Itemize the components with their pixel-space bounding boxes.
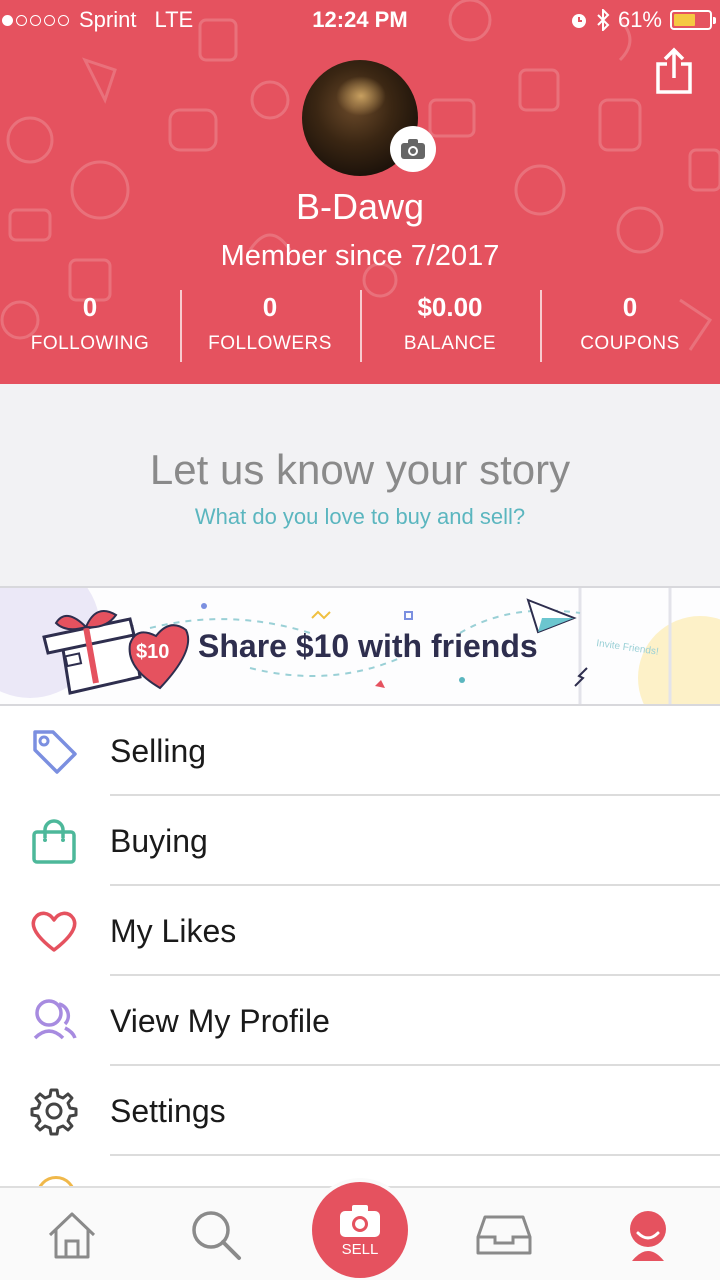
menu-label: My Likes [110,912,237,949]
sell-button[interactable]: SELL [312,1182,408,1278]
share-button[interactable] [654,46,694,96]
camera-icon [340,1204,380,1237]
status-bar: Sprint LTE 12:24 PM 61% [0,0,720,40]
menu-item-selling[interactable]: Selling [0,706,720,796]
alarm-icon [571,14,586,28]
profile-header: Sprint LTE 12:24 PM 61% B-Dawg Member si… [0,0,720,384]
stat-coupons[interactable]: 0 COUPONS [540,290,720,364]
camera-icon [401,139,425,159]
banner-phone-text: Invite Friends! [596,638,660,658]
gear-icon [0,1066,110,1156]
menu-label: Settings [110,1092,226,1129]
stat-label: BALANCE [403,333,497,354]
home-icon [48,1212,96,1259]
story-link[interactable]: What do you love to buy and sell? [0,504,720,530]
tag-icon [0,706,110,796]
stat-balance[interactable]: $0.00 BALANCE [360,290,540,364]
inbox-icon [476,1215,532,1255]
sell-label: SELL [341,1240,379,1258]
menu-label: Buying [110,822,208,859]
profile-icon [0,976,110,1066]
battery-percent: 61% [617,7,662,32]
tab-home[interactable] [22,1188,122,1280]
tab-profile[interactable] [598,1188,698,1280]
bluetooth-icon [597,9,610,31]
stat-value: 0 [82,292,98,322]
menu-item-settings[interactable]: Settings [0,1066,720,1156]
share-icon [656,47,692,94]
banner-text: Share $10 with friends [198,628,538,664]
stat-label: FOLLOWING [30,333,150,354]
story-title: Let us know your story [149,446,571,493]
status-right: 61% [570,7,716,33]
stat-value: $0.00 [417,292,483,322]
heart-icon [0,886,110,976]
username: B-Dawg [295,186,425,227]
tab-search[interactable] [166,1188,266,1280]
menu-item-view-profile[interactable]: View My Profile [0,976,720,1066]
stat-label: COUPONS [580,333,680,354]
account-menu: Selling Buying My Likes View My Profile … [0,706,720,1216]
story-section: Let us know your story What do you love … [0,384,720,586]
tab-inbox[interactable] [454,1188,554,1280]
battery-icon [670,10,716,30]
profile-stats: 0 FOLLOWING 0 FOLLOWERS $0.00 BALANCE 0 … [0,290,720,364]
menu-label: View My Profile [110,1002,330,1039]
profile-tab-icon [630,1211,666,1261]
stat-following[interactable]: 0 FOLLOWING [0,290,180,364]
menu-label: Selling [110,732,207,769]
share-promo-banner[interactable]: $10 Invite Friends! Share $10 with frien… [0,586,720,706]
stat-followers[interactable]: 0 FOLLOWERS [180,290,360,364]
stat-value: 0 [262,292,278,322]
search-icon [192,1211,241,1260]
member-since: Member since 7/2017 [220,240,500,272]
change-photo-button[interactable] [390,126,436,172]
stat-label: FOLLOWERS [208,333,332,354]
menu-item-my-likes[interactable]: My Likes [0,886,720,976]
stat-value: 0 [622,292,638,322]
menu-item-buying[interactable]: Buying [0,796,720,886]
banner-badge: $10 [136,641,169,663]
shopping-bag-icon [0,796,110,886]
